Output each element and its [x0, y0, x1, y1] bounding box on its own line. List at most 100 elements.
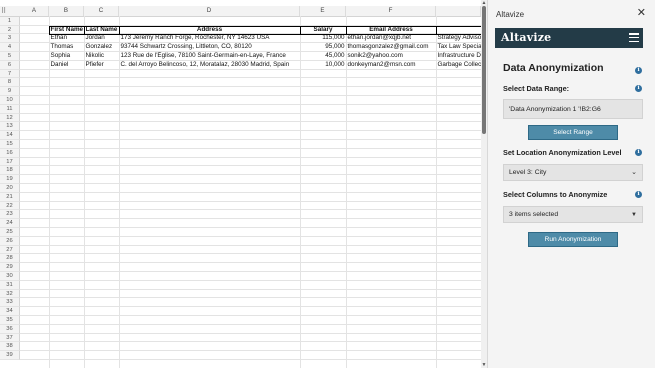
columns-multiselect[interactable]: 3 items selected ▼: [503, 206, 643, 223]
table-header-email[interactable]: Email Address: [346, 26, 436, 35]
table-header-address[interactable]: Address: [119, 26, 300, 35]
row-header[interactable]: 27: [0, 245, 20, 255]
hamburger-menu-icon[interactable]: [629, 33, 639, 43]
row-header[interactable]: 20: [0, 184, 20, 193]
row-header[interactable]: 5: [0, 52, 20, 61]
row-header[interactable]: 11: [0, 104, 20, 114]
table-cell[interactable]: Ethan: [49, 34, 84, 43]
grid-line: [20, 86, 481, 88]
table-cell[interactable]: Daniel: [49, 61, 84, 70]
grid-line: [20, 235, 481, 237]
row-header[interactable]: 4: [0, 43, 20, 52]
row-header[interactable]: 18: [0, 166, 20, 176]
data-range-input[interactable]: 'Data Anonymization 1 '!B2:G6: [503, 99, 643, 119]
select-range-button[interactable]: Select Range: [528, 125, 618, 140]
info-icon[interactable]: i: [635, 191, 642, 198]
table-cell[interactable]: Thomas: [49, 43, 84, 52]
info-icon[interactable]: i: [635, 67, 642, 74]
table-header-job[interactable]: [436, 26, 481, 35]
grid-line: [20, 130, 481, 132]
row-header[interactable]: 1: [0, 16, 20, 26]
close-icon[interactable]: ✕: [637, 8, 646, 19]
row-header[interactable]: 8: [0, 78, 20, 88]
table-cell[interactable]: Sophia: [49, 52, 84, 61]
row-header[interactable]: 19: [0, 175, 20, 184]
table-cell[interactable]: Tax Law Special: [436, 43, 482, 52]
location-level-select[interactable]: Level 3: City ⌄: [503, 164, 643, 181]
row-header[interactable]: 23: [0, 210, 20, 220]
table-cell[interactable]: Gonzalez: [84, 43, 119, 52]
row-header[interactable]: 25: [0, 228, 20, 237]
row-header[interactable]: 14: [0, 131, 20, 140]
spreadsheet-grid[interactable]: ⠿ A B C D E F 1 2 3 4 5 6 7 8 9 10 11 12 13 14 15 16 17 1…: [0, 0, 481, 368]
select-all-corner[interactable]: ⠿: [0, 6, 20, 16]
data-range-label: Select Data Range:: [503, 84, 570, 93]
table-cell[interactable]: Infrastructure D: [436, 52, 481, 61]
row-header[interactable]: 10: [0, 96, 20, 105]
table-cell[interactable]: Garbage Collec: [436, 61, 482, 70]
column-header-e[interactable]: E: [300, 6, 346, 16]
row-header[interactable]: 24: [0, 219, 20, 228]
table-cell[interactable]: 45,000: [300, 52, 346, 61]
info-icon[interactable]: i: [635, 85, 642, 92]
grid-dots-icon: ⠿: [1, 7, 7, 15]
info-icon[interactable]: i: [635, 149, 642, 156]
table-cell[interactable]: 10,000: [300, 61, 346, 70]
row-header[interactable]: 6: [0, 60, 20, 70]
row-header[interactable]: 3: [0, 34, 20, 44]
column-header-b[interactable]: B: [49, 6, 84, 16]
row-header[interactable]: 39: [0, 351, 20, 360]
row-header[interactable]: 12: [0, 113, 20, 123]
row-header[interactable]: 38: [0, 342, 20, 352]
row-header[interactable]: 15: [0, 140, 20, 149]
row-header[interactable]: 32: [0, 289, 20, 299]
table-header-last-name[interactable]: Last Name: [84, 26, 119, 35]
table-cell[interactable]: ethan.jordan@xqjb.net: [346, 34, 436, 43]
row-header[interactable]: 34: [0, 307, 20, 316]
row-header[interactable]: 21: [0, 192, 20, 202]
table-cell[interactable]: sonik2@yahoo.com: [346, 52, 436, 61]
table-cell[interactable]: thomasgonzalez@gmail.com: [346, 43, 436, 52]
row-header[interactable]: 30: [0, 272, 20, 281]
run-anonymization-button[interactable]: Run Anonymization: [528, 232, 618, 247]
column-header-a[interactable]: A: [20, 6, 49, 16]
column-header-g[interactable]: [436, 6, 481, 16]
section-title: Data Anonymization: [503, 62, 604, 74]
row-header[interactable]: 33: [0, 298, 20, 308]
grid-line: [20, 279, 481, 281]
row-header[interactable]: 22: [0, 201, 20, 211]
table-cell[interactable]: Nikolic: [84, 52, 119, 61]
column-header-d[interactable]: D: [119, 6, 300, 16]
table-cell[interactable]: Strategy Advisor: [436, 34, 482, 43]
table-cell[interactable]: 123 Rue de l'Église, 78100 Saint-Germain…: [119, 52, 300, 61]
row-header[interactable]: 13: [0, 122, 20, 132]
row-header[interactable]: 31: [0, 280, 20, 290]
table-cell[interactable]: 115,000: [300, 34, 346, 43]
row-header[interactable]: 7: [0, 69, 20, 79]
table-cell[interactable]: Pfiefer: [84, 61, 119, 70]
row-header[interactable]: 29: [0, 263, 20, 272]
row-header[interactable]: 28: [0, 254, 20, 264]
table-cell[interactable]: 95,000: [300, 43, 346, 52]
table-cell[interactable]: 93744 Schwartz Crossing, Littleton, CO, …: [119, 43, 300, 52]
column-header-c[interactable]: C: [84, 6, 119, 16]
row-header[interactable]: 37: [0, 333, 20, 343]
row-header[interactable]: 16: [0, 148, 20, 158]
table-cell[interactable]: donkeyman2@msn.com: [346, 61, 436, 70]
row-header[interactable]: 17: [0, 157, 20, 167]
table-header-first-name[interactable]: First Name: [49, 26, 84, 35]
row-header[interactable]: 9: [0, 87, 20, 96]
grid-line: [20, 253, 481, 255]
table-header-salary[interactable]: Salary: [300, 26, 346, 35]
row-header[interactable]: 35: [0, 316, 20, 325]
grid-line: [20, 218, 481, 220]
grid-line: [20, 183, 481, 184]
table-cell[interactable]: 173 Jeremy Ranch Forge, Rochester, NY 14…: [119, 34, 300, 43]
table-cell[interactable]: C. del Arroyo Belincoso, 12, Moratalaz, …: [119, 61, 300, 70]
scrollbar-thumb[interactable]: [482, 6, 486, 134]
table-cell[interactable]: Jordan: [84, 34, 119, 43]
row-header[interactable]: 26: [0, 236, 20, 246]
row-header[interactable]: 2: [0, 25, 20, 35]
row-header[interactable]: 36: [0, 324, 20, 334]
column-header-f[interactable]: F: [346, 6, 436, 16]
